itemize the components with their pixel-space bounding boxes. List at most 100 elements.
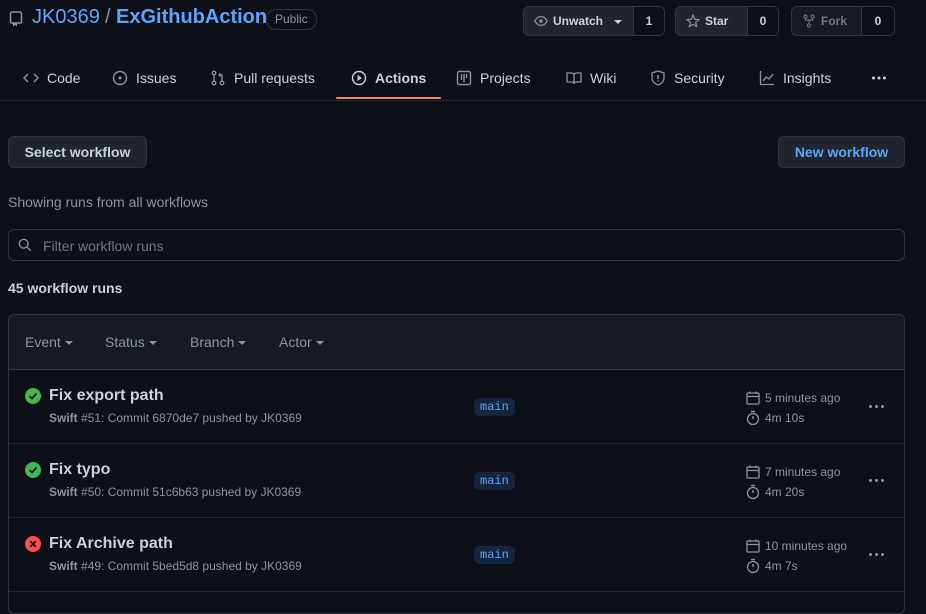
run-commit-info: #51: Commit 6870de7 pushed by JK0369 — [81, 411, 302, 425]
run-options-button[interactable] — [862, 396, 890, 416]
graph-icon — [759, 70, 774, 85]
visibility-badge: Public — [266, 9, 317, 30]
workflow-runs-list: Event Status Branch Actor Fix export pat… — [8, 314, 905, 614]
chevron-down-icon — [148, 341, 157, 345]
tab-label: Actions — [375, 69, 427, 86]
workflow-run-row[interactable]: Fix export path Swift #51: Commit 6870de… — [9, 370, 904, 444]
event-filter-dropdown[interactable]: Event — [25, 334, 73, 350]
success-check-icon — [25, 462, 41, 478]
branch-label[interactable]: main — [474, 472, 515, 490]
stopwatch-icon — [746, 558, 760, 574]
tab-actions[interactable]: Actions — [351, 56, 426, 99]
tab-label: Issues — [136, 69, 177, 86]
tab-label: Pull requests — [234, 69, 315, 86]
actor-filter-label: Actor — [279, 334, 312, 350]
star-button-group: Star 0 — [675, 6, 779, 36]
run-meta: Swift #51: Commit 6870de7 pushed by JK03… — [49, 411, 302, 425]
star-count[interactable]: 0 — [748, 7, 778, 35]
run-duration-value: 4m 7s — [765, 559, 798, 573]
issue-icon — [112, 70, 128, 85]
calendar-icon — [746, 391, 760, 405]
run-duration: 4m 10s — [745, 410, 804, 426]
status-filter-dropdown[interactable]: Status — [105, 334, 157, 350]
star-label: Star — [705, 14, 729, 28]
tab-code[interactable]: Code — [23, 56, 80, 99]
star-button[interactable]: Star — [676, 7, 748, 35]
shield-icon — [651, 69, 665, 86]
filter-runs-input[interactable] — [41, 230, 895, 262]
project-icon — [456, 70, 472, 85]
unwatch-button[interactable]: Unwatch — [524, 7, 634, 35]
stopwatch-icon — [746, 484, 760, 500]
branch-filter-dropdown[interactable]: Branch — [190, 334, 247, 350]
tab-pull-requests[interactable]: Pull requests — [210, 56, 315, 99]
tab-insights[interactable]: Insights — [759, 56, 831, 99]
tab-label: Security — [674, 69, 725, 86]
event-filter-label: Event — [25, 334, 61, 350]
run-title-link[interactable]: Fix Archive path — [49, 535, 173, 553]
search-icon — [18, 238, 32, 252]
repo-tabs: Code Issues Pull requests Actions Projec… — [0, 56, 926, 101]
new-workflow-button[interactable]: New workflow — [778, 136, 905, 168]
branch-filter-label: Branch — [190, 334, 235, 350]
status-filter-label: Status — [105, 334, 145, 350]
repo-owner-link[interactable]: JK0369 — [32, 6, 100, 29]
branch-label[interactable]: main — [474, 398, 515, 416]
tab-wiki[interactable]: Wiki — [566, 56, 616, 99]
success-check-icon — [25, 388, 41, 404]
run-meta: Swift #49: Commit 5bed5d8 pushed by JK03… — [49, 559, 302, 573]
run-workflow-name: Swift — [49, 485, 78, 499]
run-time-ago: 10 minutes ago — [765, 539, 848, 553]
run-time-ago: 5 minutes ago — [765, 391, 841, 405]
runs-filter-bar: Event Status Branch Actor — [9, 315, 904, 370]
filter-runs-box — [8, 229, 905, 262]
code-icon — [23, 72, 39, 83]
pull-request-icon — [211, 70, 225, 85]
select-workflow-button[interactable]: Select workflow — [8, 136, 147, 168]
run-meta: Swift #50: Commit 51c6b63 pushed by JK03… — [49, 485, 301, 499]
tab-label: Code — [47, 69, 81, 86]
fork-button-group: Fork 0 — [791, 6, 895, 36]
selected-tab-indicator — [336, 97, 441, 99]
more-tabs-button[interactable] — [871, 56, 887, 99]
eye-icon — [534, 16, 548, 26]
workflow-run-row[interactable]: Fix typo Swift #50: Commit 51c6b63 pushe… — [9, 444, 904, 518]
watch-count[interactable]: 1 — [634, 7, 664, 35]
run-duration: 4m 20s — [745, 484, 804, 500]
run-title-link[interactable]: Fix export path — [49, 387, 164, 405]
book-icon — [566, 71, 582, 84]
watch-button-group: Unwatch 1 — [523, 6, 665, 36]
tab-label: Insights — [783, 69, 832, 86]
run-options-button[interactable] — [862, 544, 890, 564]
calendar-icon — [746, 539, 760, 553]
runs-scope-text: Showing runs from all workflows — [8, 194, 208, 210]
fork-button[interactable]: Fork — [792, 7, 862, 35]
actor-filter-dropdown[interactable]: Actor — [279, 334, 324, 350]
kebab-horizontal-icon — [872, 76, 886, 79]
chevron-down-icon — [614, 20, 623, 24]
run-time-ago: 7 minutes ago — [765, 465, 841, 479]
run-timestamp: 5 minutes ago — [745, 390, 840, 406]
unwatch-label: Unwatch — [553, 14, 604, 28]
run-timestamp: 7 minutes ago — [745, 464, 840, 480]
repo-separator: / — [105, 6, 111, 28]
fork-icon — [803, 14, 815, 28]
run-duration-value: 4m 10s — [765, 411, 805, 425]
branch-label[interactable]: main — [474, 546, 515, 564]
calendar-icon — [746, 465, 760, 479]
fork-count[interactable]: 0 — [862, 7, 894, 35]
repo-name-link[interactable]: ExGithubAction — [116, 6, 267, 29]
run-duration: 4m 7s — [745, 558, 798, 574]
run-options-button[interactable] — [862, 470, 890, 490]
run-workflow-name: Swift — [49, 559, 78, 573]
workflow-runs-count: 45 workflow runs — [8, 280, 123, 296]
repo-header: JK0369 / ExGithubAction Public Unwatch 1… — [0, 0, 926, 40]
tab-projects[interactable]: Projects — [456, 56, 531, 99]
tab-issues[interactable]: Issues — [112, 56, 176, 99]
chevron-down-icon — [315, 341, 324, 345]
failure-x-icon — [25, 536, 41, 552]
run-title-link[interactable]: Fix typo — [49, 461, 110, 479]
workflow-run-row[interactable]: Fix Archive path Swift #49: Commit 5bed5… — [9, 518, 904, 592]
repo-icon — [9, 11, 23, 27]
tab-security[interactable]: Security — [650, 56, 725, 99]
